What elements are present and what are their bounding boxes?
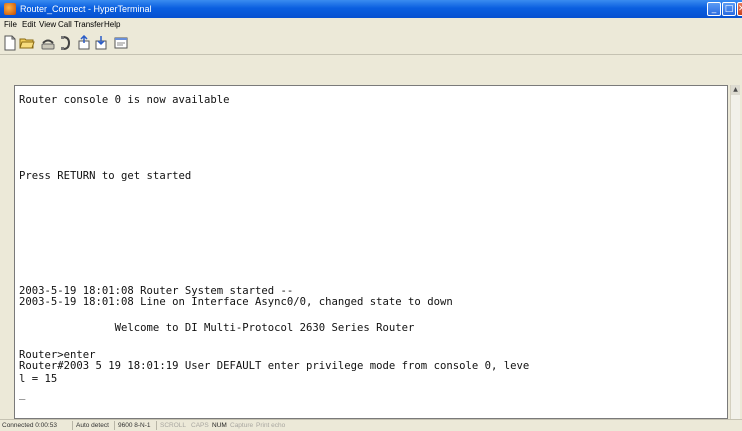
- terminal-cursor: _: [19, 388, 26, 400]
- status-bar: Connected 0:00:53 Auto detect 9600 8-N-1…: [0, 419, 742, 431]
- new-connection-button[interactable]: [2, 35, 18, 51]
- receive-file-icon: [95, 36, 107, 50]
- menu-transfer[interactable]: Transfer: [74, 19, 104, 31]
- receive-button[interactable]: [93, 35, 109, 51]
- phone-call-icon: [41, 39, 55, 50]
- toolbar: [0, 32, 742, 55]
- terminal-frame: Router console 0 is now available Press …: [14, 85, 728, 419]
- properties-icon: [114, 37, 128, 49]
- hyperterminal-app-icon[interactable]: [4, 3, 16, 15]
- menu-call[interactable]: Call: [58, 19, 72, 31]
- status-capture: Capture: [230, 422, 254, 429]
- status-print-echo: Print echo: [256, 422, 286, 429]
- maximize-button[interactable]: □: [722, 2, 736, 16]
- close-button[interactable]: ✕: [737, 2, 742, 16]
- menu-help[interactable]: Help: [104, 19, 120, 31]
- menu-file[interactable]: File: [4, 19, 17, 31]
- send-file-icon: [78, 35, 90, 50]
- call-button[interactable]: [40, 35, 56, 51]
- status-caps-lock: CAPS: [191, 422, 209, 429]
- window-title: Router_Connect - HyperTerminal: [20, 4, 152, 14]
- disconnect-icon: [61, 36, 71, 50]
- status-num-lock: NUM: [212, 422, 227, 429]
- properties-button[interactable]: [113, 35, 129, 51]
- status-connected-time: Connected 0:00:53: [2, 422, 57, 429]
- disconnect-button[interactable]: [58, 35, 74, 51]
- new-document-icon: [4, 35, 16, 51]
- terminal-line: Router#2003 5 19 18:01:19 User DEFAULT e…: [19, 360, 530, 372]
- title-bar[interactable]: Router_Connect - HyperTerminal _ □ ✕: [0, 0, 742, 18]
- hyperterminal-window: Router_Connect - HyperTerminal _ □ ✕ Fil…: [0, 0, 742, 431]
- terminal-line: l = 15: [19, 373, 58, 385]
- status-separator: [156, 421, 157, 430]
- menu-view[interactable]: View: [39, 19, 56, 31]
- status-separator: [72, 421, 73, 430]
- open-folder-icon: [19, 38, 35, 49]
- status-separator: [114, 421, 115, 430]
- terminal-line: Router console 0 is now available: [19, 94, 230, 106]
- open-button[interactable]: [19, 35, 35, 51]
- scroll-up-arrow-icon[interactable]: ▲: [731, 85, 740, 95]
- terminal-line: 2003-5-19 18:01:08 Line on Interface Asy…: [19, 296, 453, 308]
- terminal-line: Press RETURN to get started: [19, 170, 192, 182]
- terminal-line: Welcome to DI Multi-Protocol 2630 Series…: [19, 322, 415, 334]
- minimize-button[interactable]: _: [707, 2, 721, 16]
- status-scroll-lock: SCROLL: [160, 422, 187, 429]
- terminal-output[interactable]: Router console 0 is now available Press …: [19, 88, 719, 416]
- menu-edit[interactable]: Edit: [22, 19, 36, 31]
- menu-bar: File Edit View Call Transfer Help: [0, 18, 742, 32]
- vertical-scrollbar[interactable]: ▲: [730, 85, 740, 419]
- status-auto-detect: Auto detect: [76, 422, 109, 429]
- send-button[interactable]: [76, 35, 92, 51]
- status-baud-settings: 9600 8-N-1: [118, 422, 151, 429]
